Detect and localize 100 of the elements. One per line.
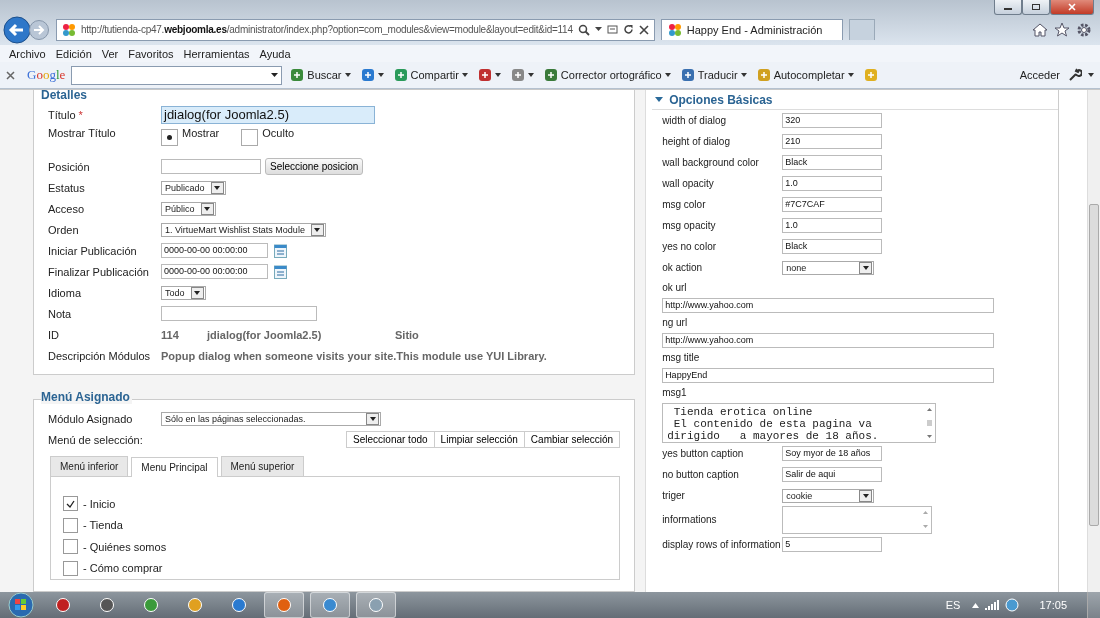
caret-icon[interactable] [271,72,279,78]
toolbar-button[interactable]: Traducir [678,68,749,82]
field-label: Idioma [48,286,83,299]
taskbar-button[interactable] [264,592,304,618]
caret-icon[interactable] [527,73,534,77]
minimize-button[interactable] [994,0,1022,15]
app-icon [99,597,115,613]
dropdown[interactable]: Publicado [161,180,226,195]
checkbox[interactable] [63,496,78,512]
search-field[interactable] [71,65,283,85]
radio-button[interactable] [161,129,178,146]
dropdown[interactable]: none [782,260,875,275]
menu-tab[interactable]: Menu Principal [131,457,218,477]
radio-button[interactable] [241,129,259,146]
stop-icon[interactable] [638,24,649,35]
menu-tab[interactable]: Menú superior [220,456,305,476]
menu-tab[interactable]: Menú inferior [50,456,129,476]
dropdown[interactable]: Todo [161,285,206,300]
browser-tab[interactable]: Happy End - Administración [660,19,843,40]
selection-button[interactable]: Seleccionar todo [346,431,435,448]
text-field[interactable]: 210 [782,134,883,149]
checkbox[interactable] [63,560,78,576]
caret-icon[interactable] [494,73,501,77]
caret-icon[interactable] [461,73,468,77]
text-area[interactable]: Tienda erotica online El contenido de esta pagina va dirigido a mayores de 18 años. [662,403,937,443]
maximize-button[interactable] [1022,0,1050,15]
selection-button[interactable]: Cambiar selección [523,431,621,448]
date-field[interactable]: 0000-00-00 00:00:00 [161,243,268,258]
scrollbar[interactable] [1088,90,1100,592]
network-icon[interactable] [1005,598,1020,612]
date-field[interactable]: 0000-00-00 00:00:00 [161,264,268,279]
caret-icon[interactable] [847,73,854,77]
field-label: height of dialog [662,134,731,149]
taskbar-button[interactable] [310,592,350,618]
dropdown[interactable]: Público [161,201,216,216]
text-field[interactable]: 1.0 [782,176,883,191]
caret-icon[interactable] [740,73,747,77]
text-field[interactable]: Black [782,239,883,254]
text-field[interactable]: #7C7CAF [782,197,883,212]
wrench-icon[interactable] [1068,68,1082,82]
menu-item[interactable]: Ver [96,47,124,60]
back-button[interactable] [2,14,32,45]
address-bar[interactable]: http://tutienda-cp47.webjoomla.es/administrator/index.php?option=com_modules&view=module&layout=edit&id=114 [56,18,655,41]
sign-in-button[interactable]: Acceder [1017,69,1062,81]
menu-item[interactable]: Favoritos [123,47,179,60]
caret-icon[interactable] [594,27,602,32]
toolbar-button[interactable]: Compartir [391,68,470,82]
maximize-icon [1031,3,1041,11]
text-field[interactable]: jdialog(for Joomla2.5) [161,105,375,124]
checkbox[interactable] [63,517,78,533]
caret-icon[interactable] [664,73,671,77]
plus-icon [290,68,305,82]
selection-button[interactable]: Limpiar selección [433,431,525,448]
close-icon[interactable] [6,70,15,80]
checkbox[interactable] [63,539,78,555]
dropdown[interactable]: cookie [782,488,875,503]
text-field[interactable]: http://www.yahoo.com [662,298,995,313]
calendar-icon[interactable] [274,243,287,258]
caret-icon[interactable] [377,73,384,77]
text-field[interactable]: 1.0 [782,218,883,233]
text-field[interactable]: Soy myor de 18 años [782,446,883,461]
settings-icon[interactable] [1076,21,1092,38]
menu-item[interactable]: Ayuda [254,47,296,60]
field-label: wall background color [662,155,760,170]
signal-icon[interactable] [985,600,1000,610]
compatibility-icon[interactable] [606,24,618,35]
section-header[interactable]: Opciones Básicas [652,90,1059,110]
plus-icon [756,68,771,82]
star-icon[interactable] [1054,22,1070,37]
text-field[interactable]: http://www.yahoo.com [662,333,995,348]
caret-icon[interactable] [344,73,351,77]
text-field[interactable]: Black [782,155,883,170]
caret-icon[interactable] [1088,73,1094,77]
scroll-arrows-icon[interactable] [925,405,935,441]
toolbar-button[interactable]: Buscar [288,68,353,82]
menu-item[interactable]: Edición [50,47,97,60]
forward-button[interactable] [28,18,50,41]
dropdown[interactable]: Sólo en las páginas seleccionadas. [161,411,381,426]
calendar-icon[interactable] [274,264,287,279]
checkbox-label: - Tienda [83,519,123,532]
language-indicator[interactable]: ES [945,599,961,611]
toolbar-button[interactable]: Corrector ortográfico [541,68,673,82]
text-field[interactable]: 320 [782,113,883,128]
text-field[interactable]: HappyEnd [662,368,995,383]
menu-item[interactable]: Herramientas [178,47,255,60]
home-icon[interactable] [1032,22,1048,37]
text-field[interactable] [161,306,317,321]
search-icon[interactable] [577,23,590,36]
clock[interactable]: 17:05 [1039,599,1067,611]
dropdown[interactable]: 1. VirtueMart Wishlist Stats Module [161,222,326,237]
toolbar-button[interactable]: Autocompletar [754,68,856,82]
text-field[interactable] [161,159,261,174]
field-label: Iniciar Publicación [48,244,138,257]
text-field[interactable]: Salir de aqui [782,467,883,482]
text-field[interactable]: 5 [782,537,883,552]
site-logo-icon [667,23,682,37]
menu-item[interactable]: Archivo [4,47,51,60]
scrollbar-thumb[interactable] [1089,204,1099,526]
select-position-button[interactable]: Seleccione posicion [265,158,364,175]
refresh-icon[interactable] [622,24,634,35]
